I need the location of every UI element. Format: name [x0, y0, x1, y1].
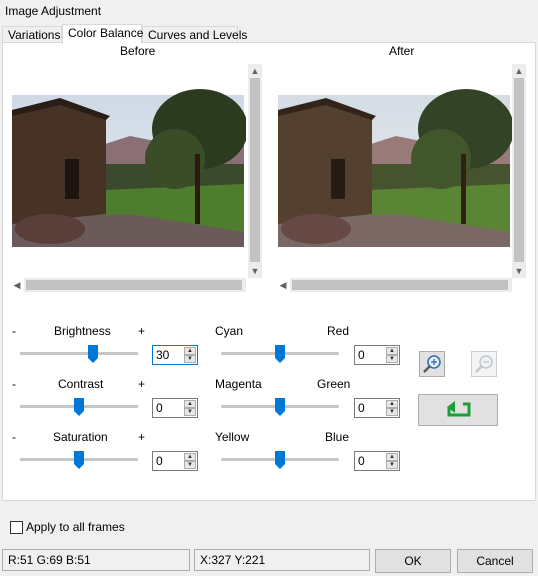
zoom-out-icon: [475, 355, 493, 373]
spin-down-icon[interactable]: ▼: [386, 461, 398, 469]
after-horizontal-scrollbar[interactable]: ◀: [280, 278, 512, 292]
tab-variations[interactable]: Variations: [2, 26, 62, 43]
reset-arrow-icon: [447, 401, 471, 417]
saturation-value[interactable]: 0: [156, 454, 163, 468]
spin-down-icon[interactable]: ▼: [184, 461, 196, 469]
zoom-out-button[interactable]: [471, 351, 497, 377]
xy-readout: X:327 Y:221: [194, 549, 370, 571]
before-horizontal-scrollbar[interactable]: ◀: [14, 278, 246, 292]
yellow-blue-value[interactable]: 0: [358, 454, 365, 468]
after-label: After: [389, 44, 415, 58]
spin-up-icon[interactable]: ▲: [386, 400, 398, 408]
rgb-readout: R:51 G:69 B:51: [2, 549, 190, 571]
saturation-label: Saturation: [53, 430, 108, 444]
contrast-spinbox[interactable]: 0 ▲ ▼: [152, 398, 198, 418]
saturation-minus-label: -: [12, 430, 16, 444]
spin-down-icon[interactable]: ▼: [184, 408, 196, 416]
cyan-red-spinbox[interactable]: 0 ▲ ▼: [354, 345, 400, 365]
saturation-spinbox[interactable]: 0 ▲ ▼: [152, 451, 198, 471]
scroll-thumb[interactable]: [514, 78, 524, 262]
blue-label: Blue: [325, 430, 350, 444]
scroll-thumb[interactable]: [292, 280, 508, 290]
after-image: [278, 89, 512, 247]
slider-thumb[interactable]: [275, 451, 285, 469]
cancel-button[interactable]: Cancel: [457, 549, 533, 573]
scroll-thumb[interactable]: [26, 280, 242, 290]
brightness-label: Brightness: [54, 324, 111, 338]
scroll-up-icon[interactable]: ▲: [248, 66, 262, 76]
slider-thumb[interactable]: [74, 451, 84, 469]
spin-up-icon[interactable]: ▲: [386, 453, 398, 461]
scroll-down-icon[interactable]: ▼: [512, 266, 526, 276]
yellow-blue-spinbox[interactable]: 0 ▲ ▼: [354, 451, 400, 471]
scroll-up-icon[interactable]: ▲: [512, 66, 526, 76]
before-label: Before: [120, 44, 156, 58]
ok-button[interactable]: OK: [375, 549, 451, 573]
scroll-left-icon[interactable]: ◀: [10, 280, 24, 290]
cyan-label: Cyan: [215, 324, 244, 338]
brightness-minus-label: -: [12, 324, 16, 338]
saturation-plus-label: +: [138, 430, 146, 444]
after-preview: ▲ ▼: [276, 64, 526, 278]
contrast-label: Contrast: [58, 377, 104, 391]
scroll-thumb[interactable]: [250, 78, 260, 262]
apply-all-label[interactable]: Apply to all frames: [26, 520, 125, 534]
slider-thumb[interactable]: [275, 398, 285, 416]
slider-thumb[interactable]: [275, 345, 285, 363]
red-label: Red: [327, 324, 350, 338]
brightness-spinbox[interactable]: 30 ▲ ▼: [152, 345, 198, 365]
after-vertical-scrollbar[interactable]: ▲ ▼: [512, 64, 526, 278]
tab-curves-and-levels[interactable]: Curves and Levels: [142, 26, 247, 43]
scroll-down-icon[interactable]: ▼: [248, 266, 262, 276]
magenta-label: Magenta: [215, 377, 262, 391]
spin-up-icon[interactable]: ▲: [184, 347, 196, 355]
brightness-plus-label: +: [138, 324, 146, 338]
window-title: Image Adjustment: [5, 4, 102, 18]
tab-color-balance[interactable]: Color Balance: [62, 24, 143, 44]
spin-up-icon[interactable]: ▲: [386, 347, 398, 355]
brightness-slider[interactable]: [20, 352, 138, 355]
magenta-green-spinbox[interactable]: 0 ▲ ▼: [354, 398, 400, 418]
reset-button[interactable]: [418, 394, 498, 426]
zoom-in-button[interactable]: [419, 351, 445, 377]
spin-down-icon[interactable]: ▼: [184, 355, 196, 363]
contrast-value[interactable]: 0: [156, 401, 163, 415]
before-preview: ▲ ▼: [10, 64, 262, 278]
cyan-red-value[interactable]: 0: [358, 348, 365, 362]
slider-thumb[interactable]: [74, 398, 84, 416]
before-image: [12, 89, 246, 247]
apply-all-checkbox[interactable]: [10, 521, 23, 534]
spin-up-icon[interactable]: ▲: [184, 400, 196, 408]
zoom-in-icon: [423, 355, 441, 373]
yellow-label: Yellow: [215, 430, 250, 444]
before-vertical-scrollbar[interactable]: ▲ ▼: [248, 64, 262, 278]
slider-thumb[interactable]: [88, 345, 99, 363]
spin-up-icon[interactable]: ▲: [184, 453, 196, 461]
scroll-left-icon[interactable]: ◀: [276, 280, 290, 290]
brightness-value[interactable]: 30: [156, 348, 169, 362]
green-label: Green: [317, 377, 351, 391]
contrast-plus-label: +: [138, 377, 146, 391]
magenta-green-value[interactable]: 0: [358, 401, 365, 415]
spin-down-icon[interactable]: ▼: [386, 408, 398, 416]
contrast-minus-label: -: [12, 377, 16, 391]
spin-down-icon[interactable]: ▼: [386, 355, 398, 363]
